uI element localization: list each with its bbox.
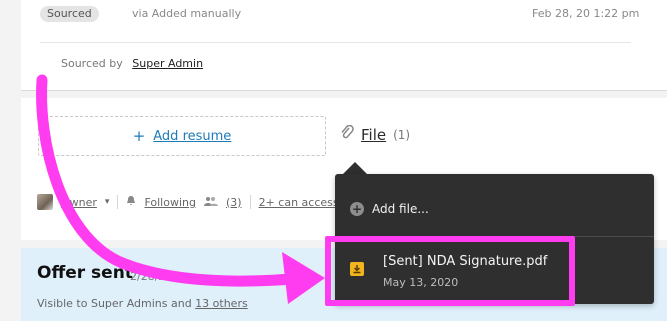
followers-bar: Owner ▾ Following (3) 2+ can access bbox=[37, 192, 339, 212]
file-tab[interactable]: File (1) bbox=[340, 124, 410, 146]
access-link[interactable]: 2+ can access bbox=[259, 196, 339, 209]
owner-dropdown[interactable]: Owner bbox=[61, 196, 97, 209]
offer-title: Offer sent bbox=[37, 263, 133, 283]
sourced-by-label: Sourced by bbox=[61, 57, 123, 70]
menu-caret bbox=[343, 162, 367, 174]
visibility-others-link[interactable]: 13 others bbox=[195, 297, 248, 310]
add-file-label: Add file... bbox=[372, 202, 429, 216]
sourced-by-row: Sourced by Super Admin bbox=[61, 57, 203, 70]
activity-timestamp: Feb 28, 20 1:22 pm bbox=[532, 7, 640, 20]
followers-count-link[interactable]: (3) bbox=[226, 196, 242, 209]
visibility-text: Visible to Super Admins and bbox=[37, 297, 192, 310]
following-toggle[interactable]: Following bbox=[144, 196, 196, 209]
file-tab-label: File bbox=[361, 126, 387, 144]
separator bbox=[249, 195, 251, 209]
source-text: via Added manually bbox=[132, 7, 242, 20]
users-icon bbox=[203, 196, 218, 209]
add-resume-button[interactable]: + Add resume bbox=[38, 116, 326, 156]
chevron-down-icon: ▾ bbox=[104, 197, 110, 207]
offer-date: 2/28/20 bbox=[130, 270, 173, 283]
plus-icon: + bbox=[132, 127, 146, 145]
add-resume-label: Add resume bbox=[153, 128, 232, 144]
separator bbox=[117, 195, 119, 209]
highlight-box bbox=[325, 236, 575, 306]
add-file-button[interactable]: + Add file... bbox=[350, 200, 429, 218]
sourced-by-user-link[interactable]: Super Admin bbox=[132, 57, 203, 70]
bell-icon bbox=[126, 195, 136, 209]
activity-divider bbox=[40, 42, 631, 43]
file-tab-count: (1) bbox=[393, 128, 411, 142]
paperclip-icon bbox=[340, 124, 354, 145]
owner-avatar bbox=[37, 194, 53, 210]
offer-visibility: Visible to Super Admins and 13 others bbox=[37, 297, 248, 310]
add-circle-icon: + bbox=[350, 202, 364, 216]
status-badge: Sourced bbox=[40, 6, 99, 22]
